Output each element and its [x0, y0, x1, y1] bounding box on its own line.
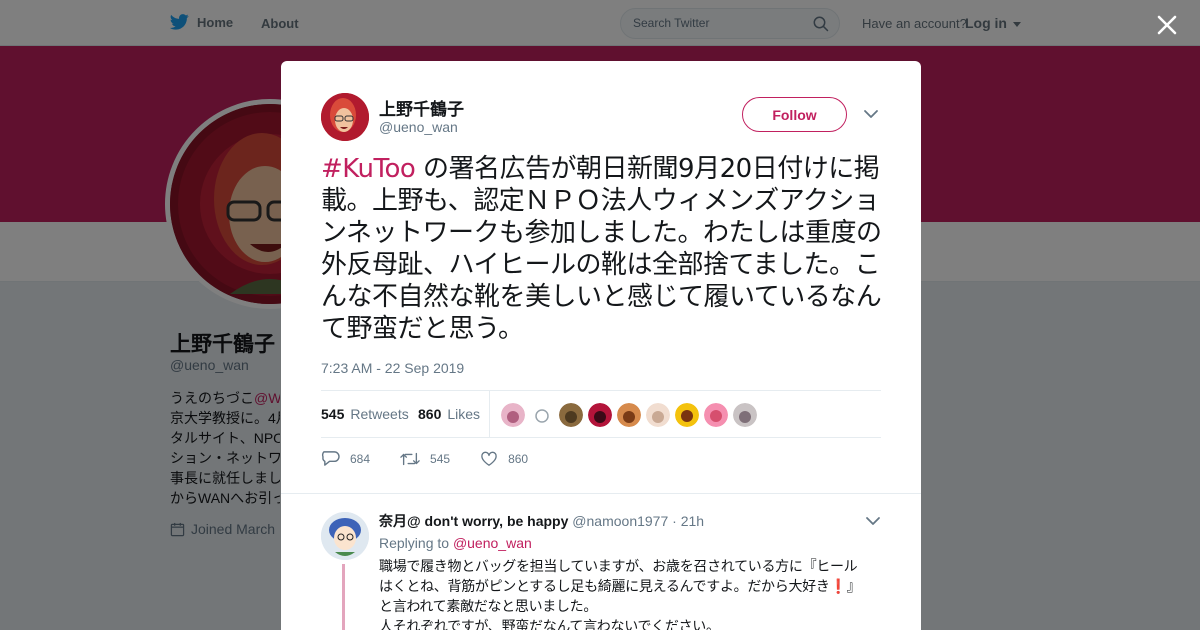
reply-thread-line	[342, 564, 345, 630]
reply-author-avatar[interactable]	[321, 512, 369, 560]
reply-text-line: はくとね、背筋がピンとするし足も綺麗に見えるんですよ。だから大好き❗』	[379, 579, 861, 595]
like-button[interactable]: 860	[480, 451, 528, 467]
reply-text-line: 職場で履き物とバッグを担当していますが、お歳を召されている方に『ヒール	[379, 559, 858, 575]
close-button[interactable]	[1154, 12, 1180, 38]
replying-to: Replying to @ueno_wan	[379, 535, 532, 551]
reply-text: 職場で履き物とバッグを担当していますが、お歳を召されている方に『ヒール はくとね…	[379, 557, 879, 630]
like-count: 860	[508, 451, 529, 466]
tweet-author-avatar-image	[321, 93, 369, 141]
reply-author-avatar-image	[321, 512, 369, 560]
tweet-author-avatar[interactable]	[321, 93, 369, 141]
chevron-down-icon[interactable]	[863, 108, 879, 120]
replying-to-label: Replying to	[379, 535, 450, 551]
liker-avatar[interactable]	[501, 403, 525, 427]
liker-avatar[interactable]	[530, 403, 554, 427]
reply-text-line: 人それぞれですが、野蛮だなんて言わないでください。	[379, 619, 720, 630]
reply-separator: ·	[672, 513, 677, 529]
tweet-text: #KuToo の署名広告が朝日新聞9月20日付けに掲載。上野も、認定ＮＰＯ法人ウ…	[321, 153, 886, 345]
stats-divider	[489, 391, 490, 438]
reply-button[interactable]: 684	[321, 450, 370, 467]
liker-avatar[interactable]	[588, 403, 612, 427]
retweets-count: 545	[321, 406, 345, 422]
reply-icon	[321, 451, 340, 466]
follow-button[interactable]: Follow	[742, 97, 847, 132]
reply-tweet[interactable]: 奈月@ don't worry, be happy @namoon1977 · …	[281, 493, 921, 630]
liker-avatar[interactable]	[646, 403, 670, 427]
chevron-down-icon[interactable]	[865, 515, 881, 527]
tweet-author-handle[interactable]: @ueno_wan	[379, 119, 458, 135]
hashtag-link[interactable]: #KuToo	[321, 154, 416, 184]
reply-author-handle[interactable]: @namoon1977	[572, 513, 668, 529]
reply-text-line: と言われて素敵だなと思いました。	[379, 599, 598, 615]
retweet-icon	[400, 452, 420, 465]
liker-avatar[interactable]	[704, 403, 728, 427]
tweet-timestamp[interactable]: 7:23 AM - 22 Sep 2019	[321, 360, 464, 376]
replying-to-mention[interactable]: @ueno_wan	[453, 535, 532, 551]
likers-list	[501, 403, 757, 427]
retweets-stat[interactable]: 545 Retweets	[321, 406, 409, 422]
liker-avatar[interactable]	[617, 403, 641, 427]
tweet-actions: 684 545 860	[321, 450, 558, 467]
reply-count: 684	[350, 451, 371, 466]
liker-avatar[interactable]	[559, 403, 583, 427]
tweet-author-name[interactable]: 上野千鶴子	[379, 95, 464, 120]
reply-header: 奈月@ don't worry, be happy @namoon1977 · …	[379, 511, 704, 531]
likes-count: 860	[418, 406, 442, 422]
retweet-button[interactable]: 545	[400, 451, 450, 467]
heart-icon	[481, 451, 497, 466]
likes-label: Likes	[447, 406, 481, 422]
tweet-stats: 545 Retweets 860 Likes	[321, 390, 881, 438]
close-icon	[1157, 15, 1177, 35]
reply-author-name[interactable]: 奈月@ don't worry, be happy	[379, 513, 568, 529]
likes-stat[interactable]: 860 Likes	[418, 406, 480, 422]
exclamation-emoji: ❗	[829, 579, 847, 595]
retweet-count: 545	[430, 451, 451, 466]
liker-avatar[interactable]	[675, 403, 699, 427]
retweets-label: Retweets	[350, 406, 409, 422]
liker-avatar[interactable]	[733, 403, 757, 427]
tweet-modal: 上野千鶴子 @ueno_wan Follow #KuToo の署名広告が朝日新聞…	[281, 61, 921, 630]
reply-timestamp[interactable]: 21h	[681, 513, 704, 529]
